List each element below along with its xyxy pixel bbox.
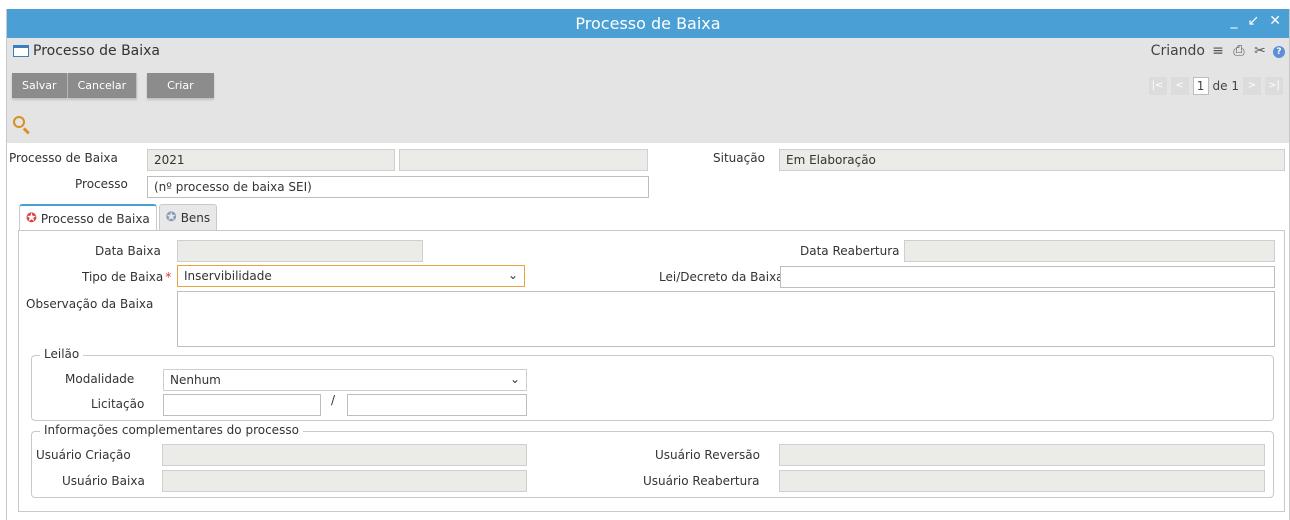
cancel-button[interactable]: Cancelar <box>67 73 138 98</box>
page-number-input[interactable]: 1 <box>1192 77 1209 95</box>
tipo-baixa-label: Tipo de Baixa * <box>82 270 172 284</box>
required-marker: * <box>165 270 172 284</box>
observacao-textarea[interactable] <box>177 291 1275 347</box>
processo-label: Processo <box>75 177 128 191</box>
leilao-fieldset: Leilão Modalidade Nenhum ⌄ Licitação / <box>31 347 1274 421</box>
tab-processo-de-baixa[interactable]: ✪ Processo de Baixa <box>19 204 157 231</box>
modalidade-value: Nenhum <box>170 373 221 387</box>
first-page-icon[interactable]: |< <box>1148 77 1167 95</box>
header-area: Processo de Baixa Criando ≡ ⎙ ✂ ? Salvar… <box>7 38 1289 143</box>
usuario-reabertura-label: Usuário Reabertura <box>643 474 760 488</box>
tipo-baixa-value: Inservibilidade <box>184 269 272 283</box>
data-baixa-label: Data Baixa <box>95 244 161 258</box>
page-total: de 1 <box>1212 79 1239 93</box>
save-button[interactable]: Salvar <box>12 73 68 98</box>
usuario-criacao-field <box>162 444 527 466</box>
data-baixa-field[interactable] <box>177 240 423 262</box>
mode-label: Criando <box>1150 43 1205 59</box>
tab-panel: Data Baixa Data Reabertura Tipo de Baixa… <box>18 230 1285 512</box>
usuario-baixa-field <box>162 470 527 492</box>
action-toolbar: Salvar Cancelar Criar <box>12 73 214 98</box>
printer-icon[interactable]: ⎙ <box>1231 43 1247 59</box>
processo-baixa-label: Processo de Baixa <box>9 151 118 165</box>
usuario-reabertura-field <box>779 470 1265 492</box>
hamburger-menu-icon[interactable]: ≡ <box>1210 43 1226 59</box>
usuario-baixa-label: Usuário Baixa <box>62 474 145 488</box>
window-controls: _ ↙ ✕ <box>1231 13 1281 29</box>
licitacao-label: Licitação <box>91 397 145 411</box>
page-title-text: Processo de Baixa <box>33 43 161 59</box>
tab-label: Bens <box>180 210 211 225</box>
processo-input[interactable]: (nº processo de baixa SEI) <box>147 176 649 198</box>
search-icon[interactable] <box>13 116 31 135</box>
tab-bens[interactable]: ✪ Bens <box>158 204 218 230</box>
info-fieldset: Informações complementares do processo U… <box>31 423 1274 498</box>
create-button[interactable]: Criar <box>147 73 214 98</box>
chevron-down-icon: ⌄ <box>509 372 520 386</box>
close-icon[interactable]: ✕ <box>1269 13 1281 29</box>
help-icon[interactable]: ? <box>1273 46 1285 58</box>
restore-icon[interactable]: ↙ <box>1248 13 1260 29</box>
tools-icon[interactable]: ✂ <box>1252 43 1268 59</box>
window-icon <box>13 45 29 57</box>
page-title: Processo de Baixa <box>13 43 160 59</box>
tab-bar: ✪ Processo de Baixa ✪ Bens <box>19 204 218 231</box>
situacao-label: Situação <box>713 151 765 165</box>
usuario-reversao-field <box>779 444 1265 466</box>
tipo-baixa-select[interactable]: Inservibilidade ⌄ <box>177 265 525 287</box>
licitacao-number-input[interactable] <box>163 394 321 416</box>
processo-baixa-number-field[interactable] <box>399 149 648 171</box>
leilao-legend: Leilão <box>40 347 84 361</box>
header-actions: Criando ≡ ⎙ ✂ ? <box>1151 43 1285 59</box>
prev-page-icon[interactable]: < <box>1170 77 1189 95</box>
star-ribbon-icon: ✪ <box>26 211 37 226</box>
app-window: Processo de Baixa _ ↙ ✕ Processo de Baix… <box>6 9 1290 520</box>
processo-baixa-year-field[interactable]: 2021 <box>147 149 395 171</box>
window-title: Processo de Baixa <box>575 14 721 33</box>
lei-decreto-input[interactable] <box>780 266 1275 288</box>
situacao-field: Em Elaboração <box>779 149 1285 171</box>
minimize-icon[interactable]: _ <box>1231 13 1238 29</box>
next-page-icon[interactable]: > <box>1243 77 1261 95</box>
star-ribbon-icon: ✪ <box>165 210 177 225</box>
modalidade-label: Modalidade <box>65 372 135 386</box>
window-titlebar: Processo de Baixa _ ↙ ✕ <box>7 9 1289 38</box>
info-legend: Informações complementares do processo <box>40 423 303 437</box>
usuario-criacao-label: Usuário Criação <box>36 448 131 462</box>
usuario-reversao-label: Usuário Reversão <box>655 448 760 462</box>
licitacao-separator: / <box>331 393 336 407</box>
observacao-label: Observação da Baixa <box>26 297 154 311</box>
data-reabertura-field[interactable] <box>904 240 1275 262</box>
chevron-down-icon: ⌄ <box>507 268 518 282</box>
data-reabertura-label: Data Reabertura <box>800 244 900 258</box>
tab-label: Processo de Baixa <box>40 211 150 226</box>
last-page-icon[interactable]: >| <box>1265 77 1283 95</box>
lei-decreto-label: Lei/Decreto da Baixa <box>659 270 784 284</box>
modalidade-select[interactable]: Nenhum ⌄ <box>163 369 527 391</box>
licitacao-year-input[interactable] <box>347 394 527 416</box>
record-pager: |< < 1 de 1 > >| <box>1148 77 1283 95</box>
